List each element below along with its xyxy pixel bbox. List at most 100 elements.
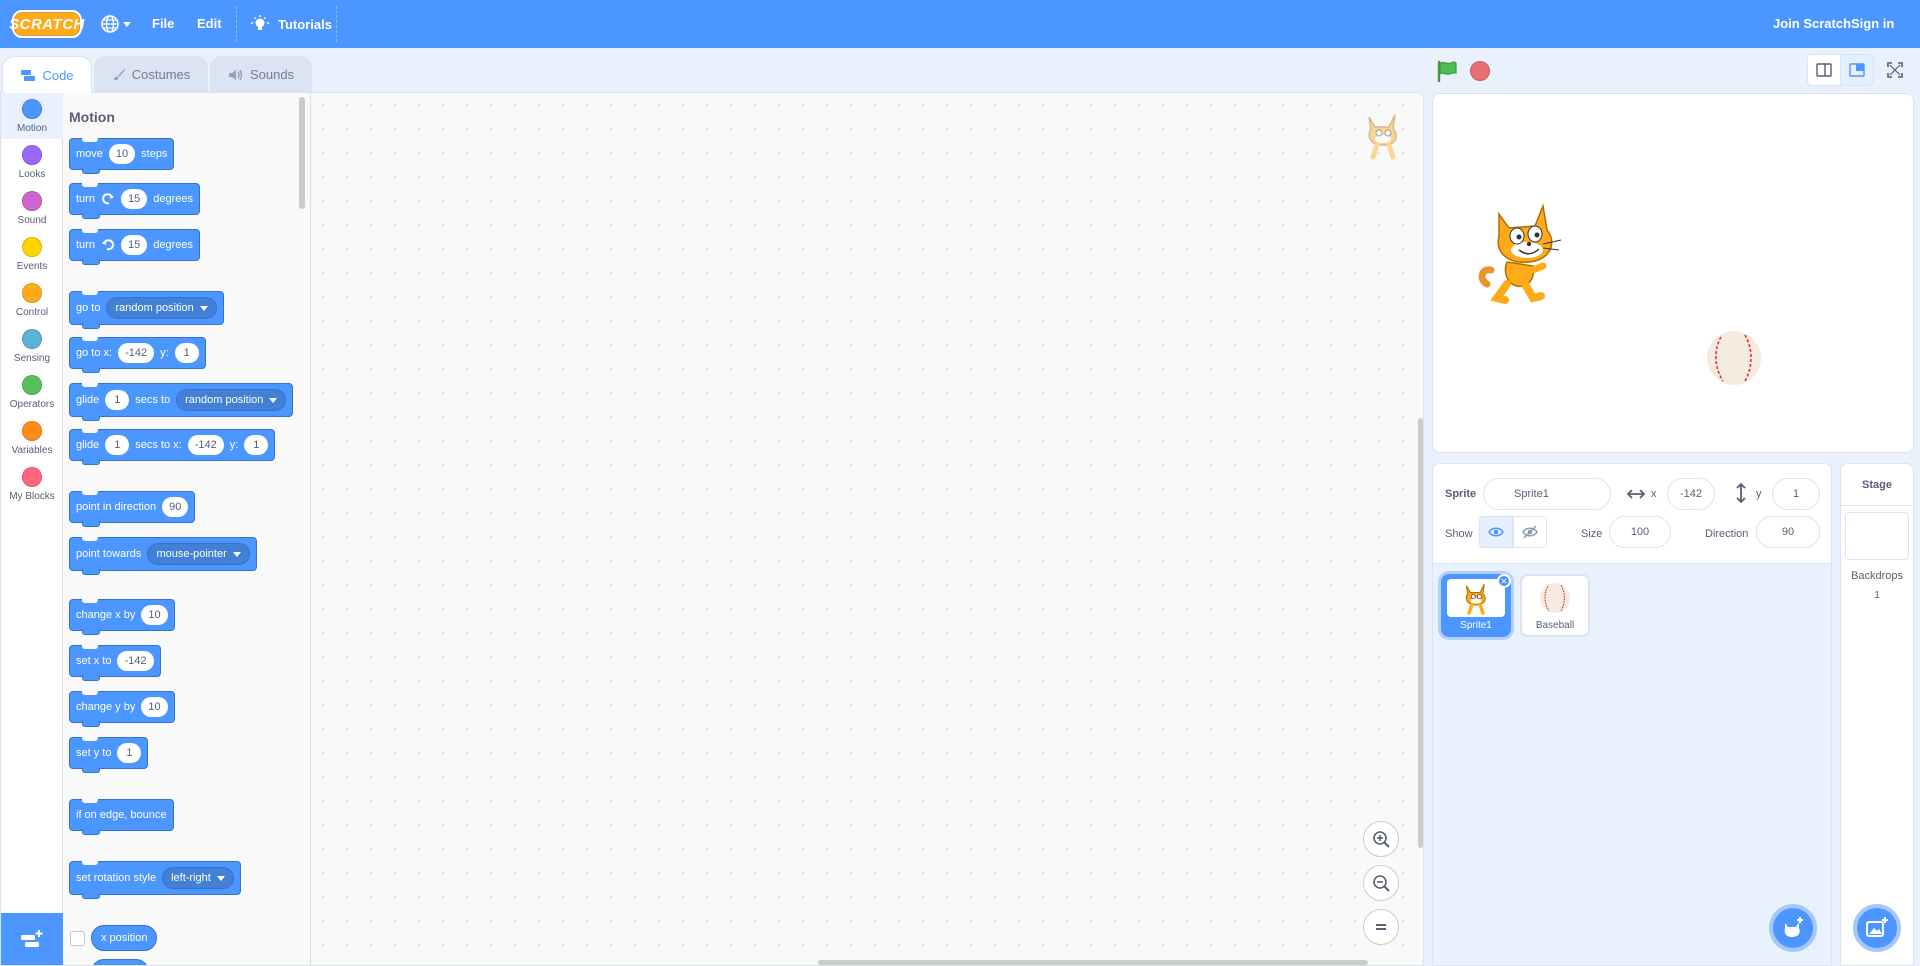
sprite-tile-baseball[interactable]: Baseball — [1520, 574, 1590, 637]
stage-selector[interactable]: Stage Backdrops 1 — [1840, 463, 1914, 966]
block-input[interactable]: 15 — [120, 189, 148, 209]
block-text: glide — [76, 439, 100, 451]
category-sensing[interactable]: Sensing — [1, 323, 63, 369]
block-input[interactable]: 1 — [117, 743, 142, 763]
block-glide-to[interactable]: glide 1 secs to random position — [69, 383, 294, 421]
category-my-blocks[interactable]: My Blocks — [1, 461, 63, 507]
block-set-y[interactable]: set y to 1 — [69, 737, 149, 773]
tab-sounds[interactable]: Sounds — [210, 56, 312, 92]
direction-value: 90 — [1781, 526, 1795, 538]
stage-canvas[interactable] — [1432, 93, 1914, 453]
tutorials-button[interactable]: Tutorials — [250, 11, 332, 37]
zoom-reset-button[interactable] — [1363, 909, 1399, 945]
category-variables[interactable]: Variables — [1, 415, 63, 461]
block-x-position[interactable]: x position — [91, 925, 158, 951]
sprite-name-input[interactable]: Sprite1 — [1483, 478, 1611, 510]
zoom-out-icon — [1373, 875, 1390, 892]
block-change-y[interactable]: change y by 10 — [69, 691, 175, 727]
block-dropdown[interactable]: left-right — [162, 867, 234, 889]
block-input[interactable]: 15 — [120, 235, 148, 255]
dropdown-value: random position — [115, 302, 194, 314]
choose-backdrop-button[interactable] — [1853, 904, 1901, 952]
category-motion[interactable]: Motion — [1, 93, 63, 139]
green-flag-icon[interactable] — [1436, 60, 1458, 82]
block-input[interactable]: 10 — [141, 605, 168, 625]
category-control[interactable]: Control — [1, 277, 63, 323]
category-looks[interactable]: Looks — [1, 139, 63, 185]
category-operators[interactable]: Operators — [1, 369, 63, 415]
block-go-to-xy[interactable]: go to x: -142 y: 1 — [69, 337, 206, 373]
category-events[interactable]: Events — [1, 231, 63, 277]
block-glide-xy[interactable]: glide 1 secs to x: -142 y: 1 — [69, 429, 276, 465]
show-sprite-button[interactable] — [1479, 516, 1513, 548]
join-scratch-link[interactable]: Join Scratch — [1773, 16, 1851, 31]
tab-sounds-label: Sounds — [249, 67, 295, 82]
fullscreen-button[interactable] — [1878, 54, 1912, 86]
scratch-logo[interactable]: SCRATCH — [9, 10, 84, 38]
choose-sprite-button[interactable] — [1769, 904, 1817, 952]
block-bounce[interactable]: if on edge, bounce — [69, 799, 174, 835]
block-dropdown[interactable]: mouse-pointer — [147, 543, 250, 565]
block-go-to[interactable]: go to random position — [69, 291, 224, 329]
workspace-vertical-scrollbar[interactable] — [1418, 418, 1423, 848]
y-input[interactable]: 1 — [1772, 478, 1820, 510]
block-dropdown[interactable]: random position — [176, 389, 287, 411]
chevron-down-icon — [216, 875, 225, 881]
small-stage-button[interactable] — [1807, 54, 1841, 86]
tab-costumes[interactable]: Costumes — [94, 56, 208, 92]
edit-menu[interactable]: Edit — [197, 16, 222, 31]
baseball-sprite[interactable] — [1705, 329, 1763, 387]
block-input[interactable]: 10 — [141, 697, 168, 717]
stage-thumbnail[interactable] — [1845, 512, 1909, 560]
block-input[interactable]: 90 — [162, 497, 189, 517]
chevron-down-icon — [123, 21, 131, 27]
block-input[interactable]: 10 — [108, 144, 136, 164]
file-menu[interactable]: File — [152, 16, 174, 31]
zoom-out-button[interactable] — [1363, 865, 1399, 901]
block-turn-left[interactable]: turn 15 degrees — [69, 229, 200, 265]
chevron-down-icon — [199, 305, 208, 311]
language-menu[interactable] — [100, 11, 138, 37]
sprite-name-label: Sprite — [1445, 488, 1477, 500]
category-dot — [22, 466, 42, 487]
block-input[interactable]: -142 — [118, 343, 155, 363]
script-workspace[interactable] — [311, 93, 1423, 965]
speaker-icon — [228, 69, 243, 80]
category-sound[interactable]: Sound — [1, 185, 63, 231]
block-input[interactable]: 1 — [105, 390, 130, 410]
block-rotation-style[interactable]: set rotation style left-right — [69, 861, 241, 899]
block-y-position[interactable] — [91, 959, 149, 965]
tab-code[interactable]: Code — [2, 56, 92, 93]
direction-input[interactable]: 90 — [1756, 516, 1820, 548]
block-change-x[interactable]: change x by 10 — [69, 599, 175, 635]
x-position-checkbox[interactable] — [70, 931, 85, 946]
block-turn-right[interactable]: turn 15 degrees — [69, 183, 200, 219]
normal-stage-button[interactable] — [1840, 54, 1874, 86]
block-set-x[interactable]: set x to -142 — [69, 645, 161, 681]
zoom-in-button[interactable] — [1363, 821, 1399, 857]
block-point-in-direction[interactable]: point in direction 90 — [69, 491, 196, 527]
fullscreen-icon — [1887, 62, 1903, 78]
delete-sprite-button[interactable]: ✕ — [1497, 574, 1511, 588]
block-dropdown[interactable]: random position — [106, 297, 217, 319]
block-input[interactable]: 1 — [174, 343, 199, 363]
stop-button[interactable] — [1470, 61, 1490, 81]
hide-sprite-button[interactable] — [1513, 516, 1547, 548]
block-input[interactable]: 1 — [105, 435, 130, 455]
workspace-horizontal-scrollbar[interactable] — [818, 960, 1368, 965]
size-input[interactable]: 100 — [1609, 516, 1671, 548]
dropdown-value: mouse-pointer — [156, 548, 227, 560]
palette-scrollbar[interactable] — [299, 97, 305, 209]
tab-code-label: Code — [42, 67, 74, 83]
category-dot — [22, 374, 42, 395]
block-input[interactable]: -142 — [187, 435, 224, 455]
block-input[interactable]: 1 — [244, 435, 269, 455]
sprite-tile-sprite1[interactable]: ✕ Sprite1 — [1441, 574, 1511, 637]
block-move-steps[interactable]: move 10 steps — [69, 138, 175, 174]
block-input[interactable]: -142 — [117, 651, 154, 671]
cat-sprite[interactable] — [1477, 200, 1573, 306]
block-point-towards[interactable]: point towards mouse-pointer — [69, 537, 257, 575]
add-extension-button[interactable] — [1, 913, 63, 965]
sign-in-link[interactable]: Sign in — [1851, 16, 1894, 31]
x-input[interactable]: -142 — [1667, 478, 1715, 510]
